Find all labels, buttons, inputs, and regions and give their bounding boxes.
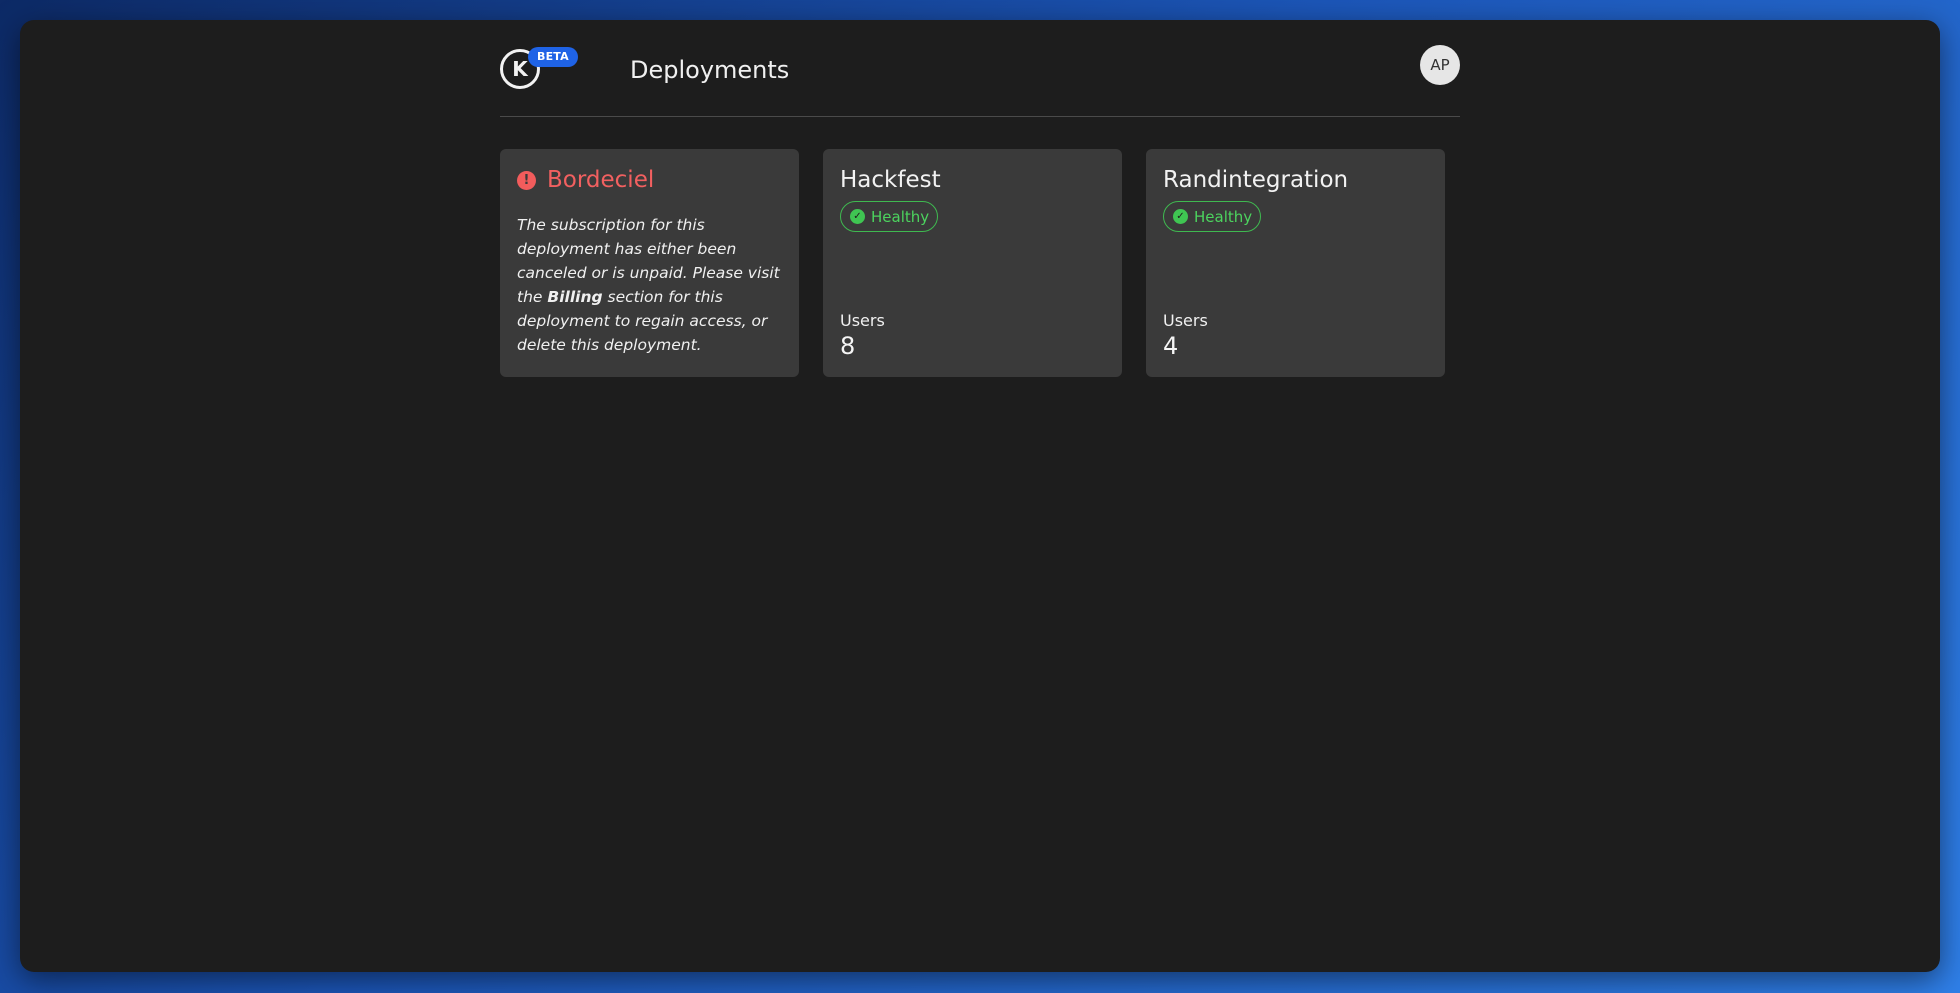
users-label: Users — [1163, 311, 1208, 330]
status-badge: ✓ Healthy — [1163, 201, 1262, 232]
check-circle-icon: ✓ — [850, 209, 865, 224]
alert-circle-icon: ! — [517, 170, 536, 190]
status-label: Healthy — [1194, 207, 1253, 226]
users-count: 8 — [840, 332, 856, 360]
deployment-card-bordeciel[interactable]: ! Bordeciel The subscription for this de… — [500, 149, 799, 377]
user-avatar[interactable]: AP — [1420, 45, 1460, 85]
users-label: Users — [840, 311, 885, 330]
app-window: K BETA Deployments AP ! Bordeciel The su… — [20, 20, 1940, 972]
users-count: 4 — [1163, 332, 1179, 360]
status-badge: ✓ Healthy — [840, 201, 939, 232]
users-metric: Users 8 — [840, 311, 885, 361]
deployment-name: Bordeciel — [547, 167, 655, 193]
users-metric: Users 4 — [1163, 311, 1208, 361]
deployment-name: Randintegration — [1163, 167, 1349, 193]
main-content: K BETA Deployments AP ! Bordeciel The su… — [500, 20, 1460, 377]
subscription-error-message: The subscription for this deployment has… — [517, 213, 782, 357]
deployment-card-hackfest[interactable]: Hackfest ✓ Healthy Users 8 — [823, 149, 1122, 377]
check-circle-icon: ✓ — [1173, 209, 1188, 224]
deployment-card-randintegration[interactable]: Randintegration ✓ Healthy Users 4 — [1146, 149, 1445, 377]
page-title: Deployments — [630, 56, 790, 84]
deployment-list: ! Bordeciel The subscription for this de… — [500, 149, 1445, 377]
deployment-title: ! Bordeciel — [517, 165, 782, 195]
beta-badge: BETA — [528, 47, 578, 67]
top-header: K BETA Deployments AP — [500, 20, 1460, 117]
billing-link[interactable]: Billing — [547, 288, 602, 306]
status-label: Healthy — [871, 207, 930, 226]
deployment-name: Hackfest — [840, 167, 941, 193]
